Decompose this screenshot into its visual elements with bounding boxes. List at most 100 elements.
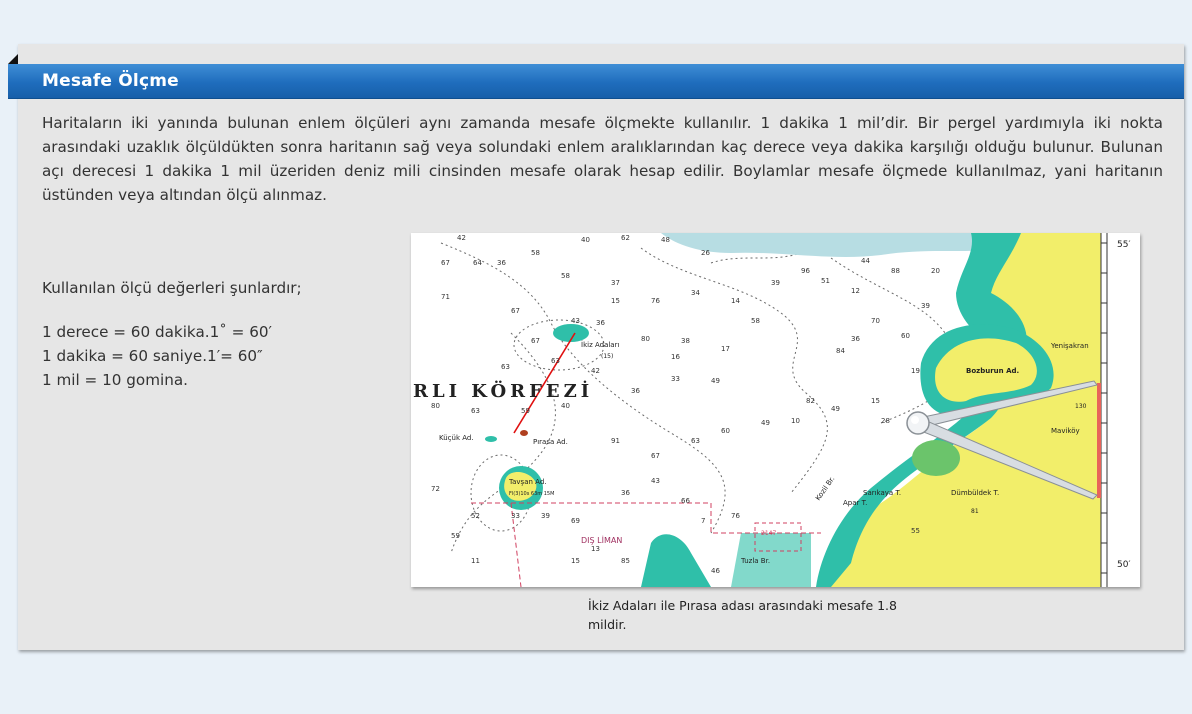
- depth-sounding: 36: [851, 335, 860, 343]
- depth-sounding: 55: [911, 527, 920, 535]
- depth-sounding: 70: [871, 317, 880, 325]
- depth-sounding: 64: [473, 259, 482, 267]
- depth-sounding: 85: [621, 557, 630, 565]
- depth-sounding: 63: [551, 357, 560, 365]
- depth-sounding: 43: [651, 477, 660, 485]
- depth-sounding: 58: [531, 249, 540, 257]
- depth-sounding: 40: [561, 402, 570, 410]
- depth-sounding: 16: [671, 353, 680, 361]
- depth-sounding: 69: [571, 517, 580, 525]
- depth-sounding: 91: [611, 437, 620, 445]
- nautical-chart: 55′ 50′ RLI KÖRFEZİ İkiz Adaları Küçük A…: [411, 233, 1140, 587]
- depth-sounding: 59: [451, 532, 460, 540]
- depth-sounding: 67: [441, 259, 450, 267]
- map-caption: İkiz Adaları ile Pırasa adası arasındaki…: [588, 598, 897, 632]
- label-sarikaya: Sarıkaya T.: [863, 489, 901, 497]
- depth-sounding: 84: [836, 347, 845, 355]
- depth-sounding: 39: [771, 279, 780, 287]
- depth-sounding: 48: [661, 236, 670, 244]
- depth-sounding: 11: [471, 557, 480, 565]
- label-pirasa: Pırasa Ad.: [533, 438, 568, 446]
- section-title: Mesafe Ölçme: [42, 71, 179, 91]
- depth-sounding: 51: [821, 277, 830, 285]
- depth-sounding: 15: [611, 297, 620, 305]
- depth-sounding: 36: [497, 259, 506, 267]
- depth-sounding: 43: [571, 317, 580, 325]
- depth-sounding: 20: [931, 267, 940, 275]
- depth-sounding: 12: [851, 287, 860, 295]
- depth-sounding: 58: [561, 272, 570, 280]
- depth-sounding: 76: [651, 297, 660, 305]
- depth-sounding: 40: [581, 236, 590, 244]
- label-small-2: 2147: [761, 530, 776, 537]
- depth-sounding: 46: [711, 567, 720, 575]
- latitude-label-50: 50′: [1117, 560, 1131, 570]
- depth-sounding: 17: [721, 345, 730, 353]
- depth-sounding: 28: [881, 417, 890, 425]
- depth-sounding: 63: [501, 363, 510, 371]
- measured-latitude-span: [1097, 383, 1101, 498]
- depth-sounding: 67: [651, 452, 660, 460]
- depth-sounding: 7: [701, 517, 705, 525]
- depth-sounding: 39: [921, 302, 930, 310]
- depth-sounding: 36: [631, 387, 640, 395]
- label-dis-liman: DIŞ LİMAN: [581, 535, 622, 545]
- depth-sounding: 58: [751, 317, 760, 325]
- depth-sounding: 33: [671, 375, 680, 383]
- section-title-bar: Mesafe Ölçme: [8, 64, 1184, 99]
- label-bozburun: Bozburun Ad.: [966, 367, 1019, 375]
- depth-sounding: 15: [571, 557, 580, 565]
- depth-sounding: 63: [471, 407, 480, 415]
- depth-sounding: 60: [721, 427, 730, 435]
- depth-sounding: 71: [441, 293, 450, 301]
- depth-sounding: 63: [691, 437, 700, 445]
- label-small-1: Fl(3)10s 63m 15M: [509, 491, 554, 497]
- label-ikiz: İkiz Adaları: [581, 340, 619, 349]
- depth-sounding: 67: [511, 307, 520, 315]
- depth-sounding: 96: [801, 267, 810, 275]
- unit-degree: 1 derece = 60 dakika.1˚ = 60′: [42, 323, 272, 341]
- depth-sounding: 26: [701, 249, 710, 257]
- depth-sounding: 34: [691, 289, 700, 297]
- depth-sounding: 59: [521, 407, 530, 415]
- depth-sounding: 76: [731, 512, 740, 520]
- depth-sounding: 49: [761, 419, 770, 427]
- unit-mile: 1 mil = 10 gomina.: [42, 371, 188, 389]
- depth-sounding: 49: [711, 377, 720, 385]
- label-apar: Apar T.: [843, 499, 867, 507]
- depth-sounding: 80: [641, 335, 650, 343]
- depth-sounding: 66: [681, 497, 690, 505]
- corner-marker: [8, 54, 18, 64]
- gulf-label: RLI KÖRFEZİ: [413, 379, 593, 402]
- depth-sounding: 60: [901, 332, 910, 340]
- depth-sounding: 36: [596, 319, 605, 327]
- depth-sounding: 42: [457, 234, 466, 242]
- label-mavikoy: Maviköy: [1051, 427, 1080, 435]
- depth-sounding: 44: [861, 257, 870, 265]
- pirasa-island: [520, 430, 528, 436]
- label-kucuk: Küçük Ad.: [439, 434, 474, 442]
- latitude-label-55: 55′: [1117, 240, 1131, 250]
- depth-sounding: 10: [791, 417, 800, 425]
- label-dumbuldek: Dümbüldek T.: [951, 489, 999, 497]
- depth-sounding: 42: [591, 367, 600, 375]
- depth-sounding: 49: [831, 405, 840, 413]
- green-lagoon: [912, 440, 960, 476]
- label-tavsan: Tavşan Ad.: [508, 478, 546, 486]
- label-small-3: 130: [1075, 403, 1087, 410]
- units-intro: Kullanılan ölçü değerleri şunlardır;: [42, 279, 302, 297]
- depth-sounding: 14: [731, 297, 740, 305]
- label-tuzla: Tuzla Br.: [740, 557, 770, 565]
- depth-sounding: 39: [541, 512, 550, 520]
- depth-sounding: 19: [911, 367, 920, 375]
- depth-sounding: 38: [681, 337, 690, 345]
- kucuk-island: [485, 436, 497, 442]
- depth-sounding: 82: [806, 397, 815, 405]
- depth-sounding: 36: [621, 489, 630, 497]
- label-small-4: 81: [971, 508, 979, 515]
- depth-sounding: 37: [611, 279, 620, 287]
- depth-sounding: 62: [621, 234, 630, 242]
- depth-sounding: 72: [431, 485, 440, 493]
- depth-sounding: 33: [511, 512, 520, 520]
- unit-minute: 1 dakika = 60 saniye.1′= 60″: [42, 347, 263, 365]
